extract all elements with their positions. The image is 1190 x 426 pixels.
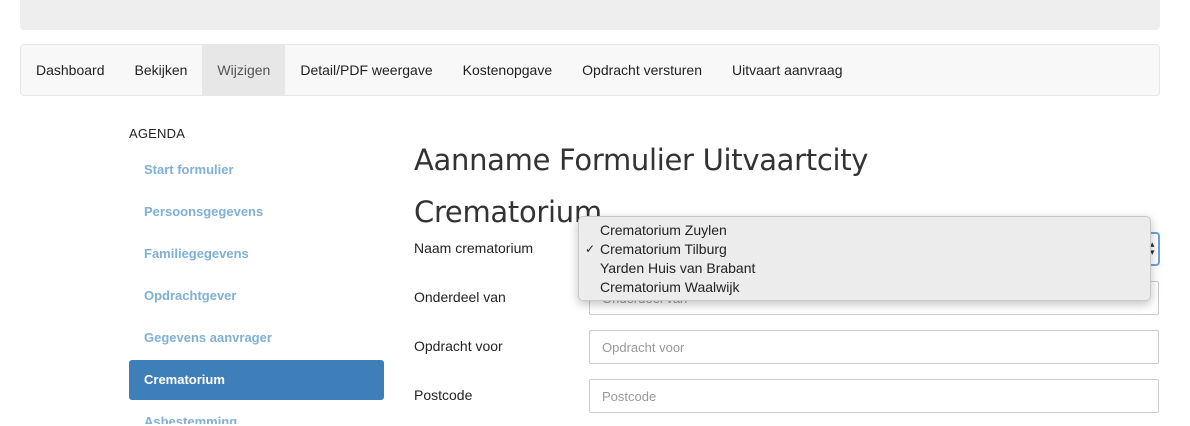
dropdown-option-yarden[interactable]: Yarden Huis van Brabant [579,259,1150,278]
form-row-postcode: Postcode [414,379,1160,413]
sidebar-item-crematorium[interactable]: Crematorium [129,360,384,400]
dropdown-option-label: Crematorium Waalwijk [600,279,740,295]
sidebar-item-opdrachtgever[interactable]: Opdrachtgever [129,276,384,316]
sidebar-item-gegevens-aanvrager[interactable]: Gegevens aanvrager [129,318,384,358]
dropdown-option-waalwijk[interactable]: Crematorium Waalwijk [579,278,1150,297]
onderdeel-van-label: Onderdeel van [414,289,506,305]
sidebar-item-start-formulier[interactable]: Start formulier [129,150,384,190]
tab-detail-pdf[interactable]: Detail/PDF weergave [285,45,447,95]
page-title-line2: Crematorium [414,195,602,229]
sidebar-item-familiegegevens[interactable]: Familiegegevens [129,234,384,274]
crematorium-dropdown-list: Crematorium Zuylen ✓ Crematorium Tilburg … [578,216,1151,301]
tab-opdracht-versturen[interactable]: Opdracht versturen [567,45,717,95]
postcode-input[interactable] [589,379,1159,413]
sidebar-heading: AGENDA [129,126,186,141]
tab-wijzigen[interactable]: Wijzigen [202,45,286,95]
dropdown-option-label: Yarden Huis van Brabant [600,260,756,276]
checkmark-icon: ✓ [585,242,596,256]
naam-crematorium-label: Naam crematorium [414,240,534,256]
opdracht-voor-input[interactable] [589,330,1159,364]
dropdown-option-label: Crematorium Zuylen [600,222,727,238]
sidebar-item-persoonsgegevens[interactable]: Persoonsgegevens [129,192,384,232]
dropdown-option-zuylen[interactable]: Crematorium Zuylen [579,221,1150,240]
tab-kostenopgave[interactable]: Kostenopgave [448,45,568,95]
dropdown-option-label: Crematorium Tilburg [600,241,727,257]
opdracht-voor-label: Opdracht voor [414,338,503,354]
sidebar-menu: Start formulier Persoonsgegevens Familie… [129,150,384,426]
main-nav-tabs: Dashboard Bekijken Wijzigen Detail/PDF w… [20,44,1160,96]
top-header-bar [20,0,1160,30]
tab-dashboard[interactable]: Dashboard [21,45,120,95]
page-title-line1: Aanname Formulier Uitvaartcity [414,143,869,177]
postcode-label: Postcode [414,387,473,403]
dropdown-option-tilburg[interactable]: ✓ Crematorium Tilburg [579,240,1150,259]
tab-uitvaart-aanvraag[interactable]: Uitvaart aanvraag [717,45,858,95]
form-row-opdracht: Opdracht voor [414,330,1160,364]
tab-bekijken[interactable]: Bekijken [120,45,203,95]
